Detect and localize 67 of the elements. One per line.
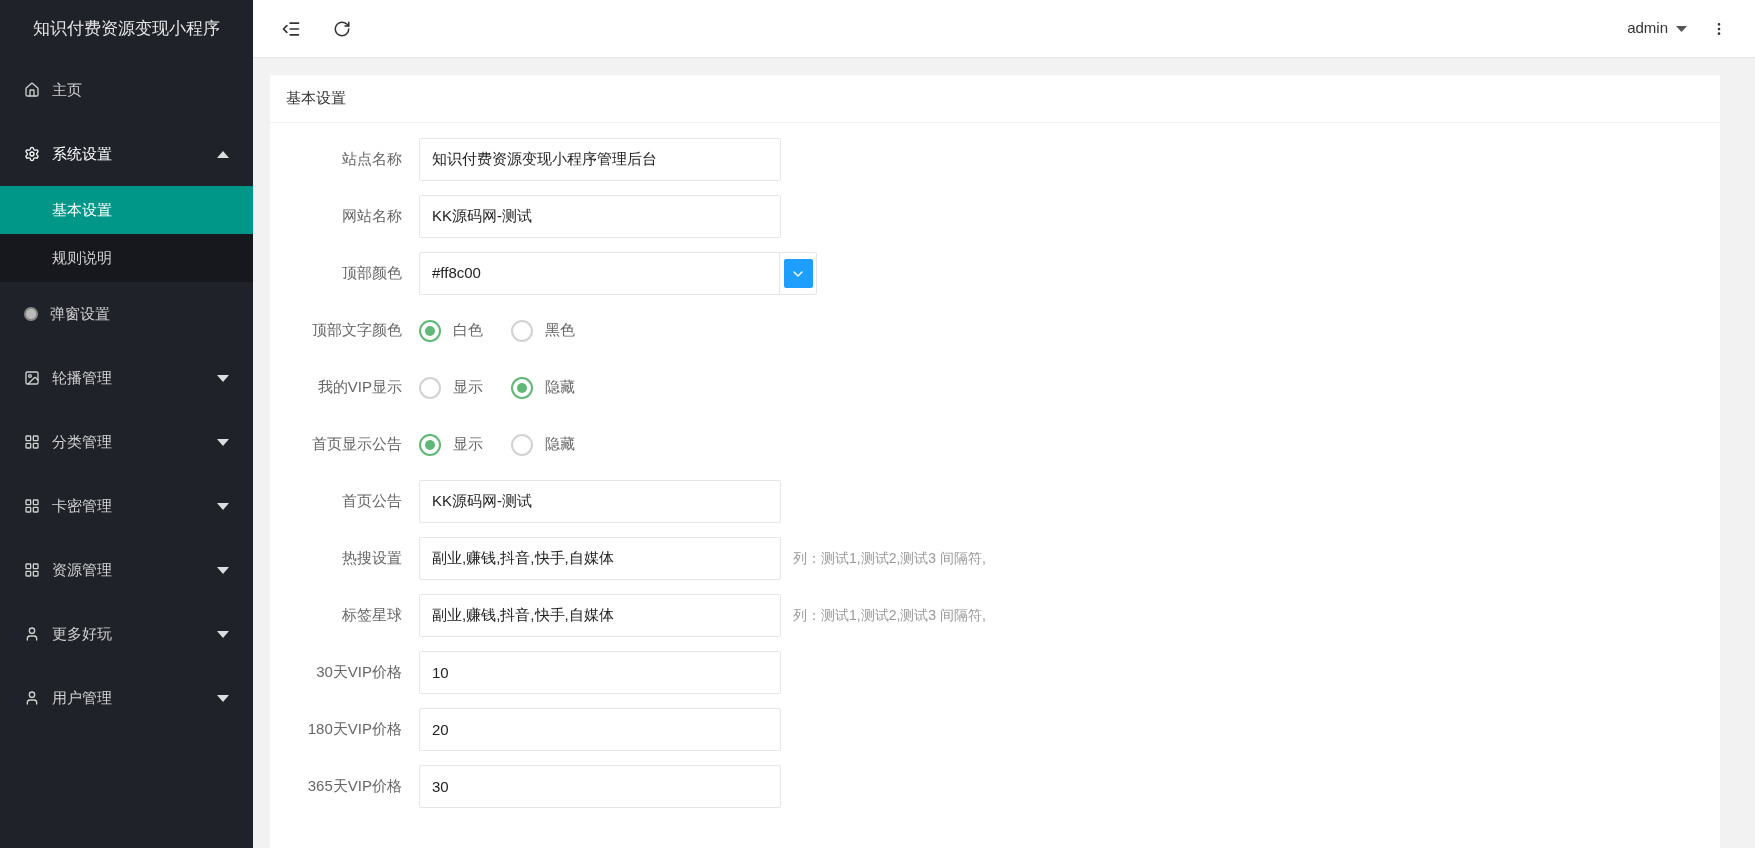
radio-button[interactable] (511, 376, 533, 399)
text-field[interactable]: 30 (419, 765, 781, 808)
sidebar-item[interactable]: 分类管理 (0, 410, 253, 474)
caret-icon (217, 630, 229, 638)
field-label: 30天VIP价格 (315, 662, 403, 683)
image-icon (24, 370, 40, 386)
sidebar-item[interactable]: 系统设置 (0, 122, 253, 186)
text-field[interactable]: 知识付费资源变现小程序管理后台 (419, 138, 781, 181)
caret-icon (217, 502, 229, 510)
text-field[interactable]: 副业,赚钱,抖音,快手,自媒体 (419, 537, 781, 580)
field-label: 顶部颜色 (341, 263, 403, 284)
field-label: 365天VIP价格 (306, 776, 403, 797)
caret-icon (217, 694, 229, 702)
field-label: 首页公告 (341, 491, 403, 512)
field-label: 顶部文字颜色 (311, 320, 403, 341)
sidebar-item[interactable]: 弹窗设置 (0, 282, 253, 346)
sidebar-item[interactable]: 更多好玩 (0, 602, 253, 666)
text-field[interactable]: 副业,赚钱,抖音,快手,自媒体 (419, 594, 781, 637)
user-menu[interactable]: admin (1627, 17, 1687, 40)
field-label: 标签星球 (341, 605, 403, 626)
card-title: 基本设置 (286, 88, 346, 109)
radio-button[interactable] (511, 433, 533, 456)
radio-option[interactable]: 显示 (419, 433, 483, 456)
radio-button[interactable] (511, 319, 533, 342)
field-label: 热搜设置 (341, 548, 403, 569)
submenu-item[interactable]: 规则说明 (0, 234, 253, 282)
radio-option[interactable]: 隐藏 (511, 376, 575, 399)
text-field[interactable]: 20 (419, 708, 781, 751)
settings-icon (24, 146, 40, 162)
text-field[interactable]: 10 (419, 651, 781, 694)
radio-button[interactable] (419, 376, 441, 399)
field-label: 站点名称 (341, 149, 403, 170)
radio-option[interactable]: 黑色 (511, 319, 575, 342)
field-label: 180天VIP价格 (306, 719, 403, 740)
field-hint: 列：测试1,测试2,测试3 间隔符, (793, 606, 986, 625)
sidebar-item[interactable]: 用户管理 (0, 666, 253, 730)
sidebar-item[interactable]: 轮播管理 (0, 346, 253, 410)
color-picker-button[interactable] (783, 259, 813, 288)
user-icon (24, 690, 40, 706)
radio-option[interactable]: 隐藏 (511, 433, 575, 456)
sidebar-item[interactable]: 资源管理 (0, 538, 253, 602)
caret-icon (217, 150, 229, 158)
refresh-icon[interactable] (333, 19, 351, 38)
field-label: 首页显示公告 (311, 434, 403, 455)
sidebar-item[interactable]: 卡密管理 (0, 474, 253, 538)
caret-icon (217, 566, 229, 574)
home-icon (24, 82, 40, 98)
caret-icon (1676, 25, 1687, 32)
text-field[interactable]: KK源码网-测试 (419, 195, 781, 238)
caret-icon (217, 438, 229, 446)
app-title: 知识付费资源变现小程序 (33, 18, 220, 41)
caret-icon (217, 374, 229, 382)
color-field[interactable]: #ff8c00 (419, 252, 817, 295)
sidebar-item[interactable]: 主页 (0, 58, 253, 122)
radio-option[interactable]: 显示 (419, 376, 483, 399)
field-label: 网站名称 (341, 206, 403, 227)
field-hint: 列：测试1,测试2,测试3 间隔符, (793, 549, 986, 568)
text-field[interactable]: KK源码网-测试 (419, 480, 781, 523)
radio-option[interactable]: 白色 (419, 319, 483, 342)
grid-icon (24, 562, 40, 578)
radio-button[interactable] (419, 319, 441, 342)
field-label: 我的VIP显示 (316, 377, 403, 398)
grid-icon (24, 498, 40, 514)
grid-icon (24, 434, 40, 450)
submenu-item[interactable]: 基本设置 (0, 186, 253, 234)
radio-button[interactable] (419, 433, 441, 456)
user-icon (24, 626, 40, 642)
